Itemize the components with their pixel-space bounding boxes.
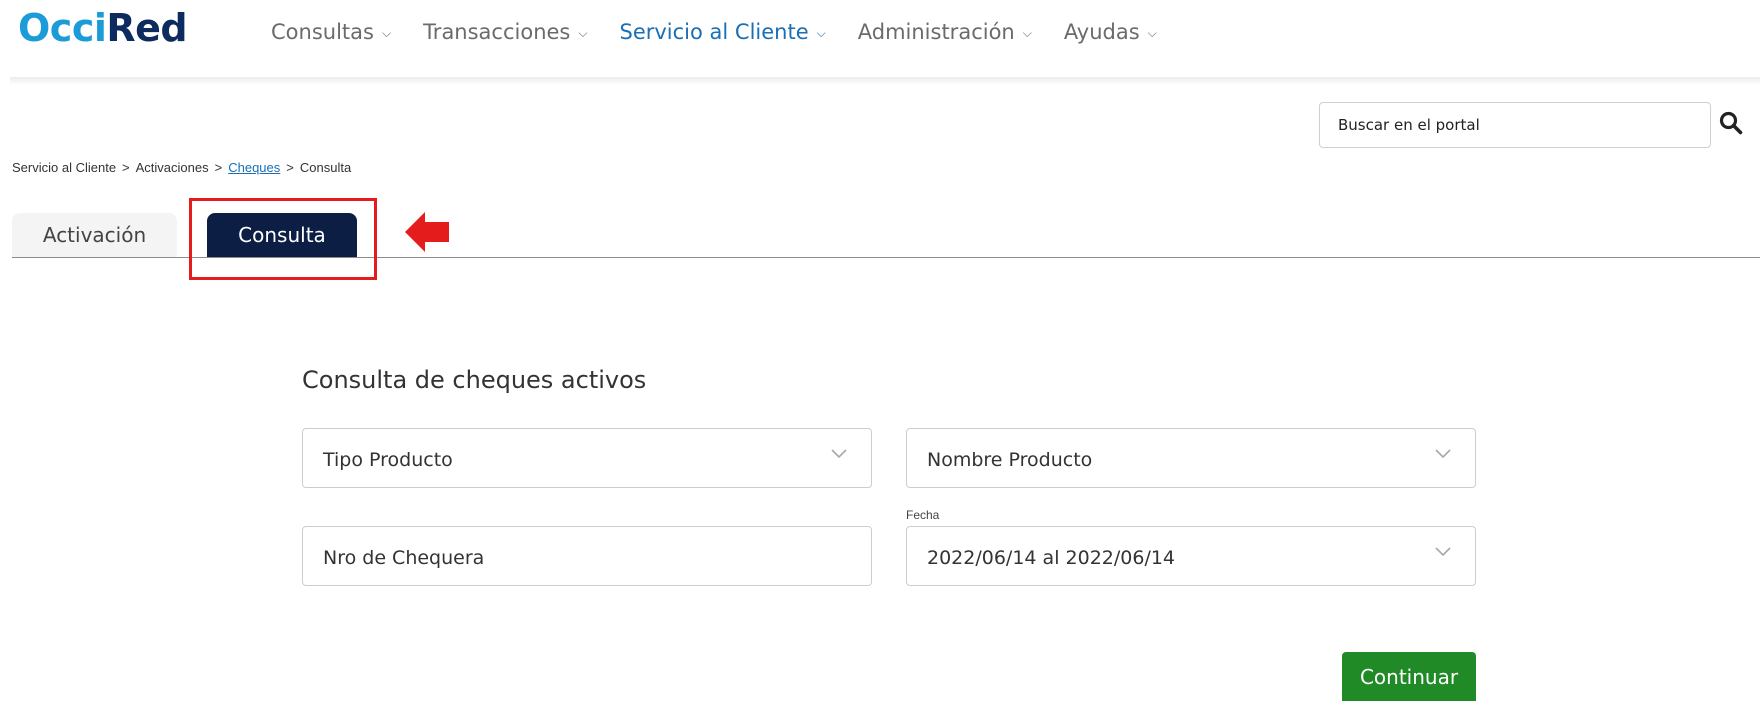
page: OcciRed Consultas ⌵ Transacciones ⌵ Serv… bbox=[0, 0, 1760, 701]
highlight-annotation-box bbox=[189, 198, 377, 280]
menu-ayudas-label: Ayudas bbox=[1063, 20, 1140, 44]
form-title: Consulta de cheques activos bbox=[302, 366, 647, 394]
nombre-producto-value: Nombre Producto bbox=[927, 449, 1093, 471]
left-arrow-icon bbox=[405, 212, 449, 252]
continuar-button[interactable]: Continuar bbox=[1342, 652, 1476, 701]
fecha-value: 2022/06/14 al 2022/06/14 bbox=[927, 547, 1176, 569]
main-menu: Consultas ⌵ Transacciones ⌵ Servicio al … bbox=[271, 20, 1189, 44]
breadcrumb-servicio-al-cliente: Servicio al Cliente bbox=[12, 160, 117, 175]
nombre-producto-select[interactable]: Nombre Producto bbox=[906, 428, 1476, 488]
breadcrumb-consulta: Consulta bbox=[299, 160, 352, 175]
logo-occi: Occi bbox=[18, 6, 107, 50]
menu-servicio-al-cliente[interactable]: Servicio al Cliente ⌵ bbox=[619, 20, 825, 44]
menu-ayudas[interactable]: Ayudas ⌵ bbox=[1064, 20, 1157, 44]
menu-administracion[interactable]: Administración ⌵ bbox=[858, 20, 1032, 44]
header-divider bbox=[10, 77, 1760, 85]
chevron-down-icon: ⌵ bbox=[578, 25, 588, 40]
menu-consultas-label: Consultas bbox=[271, 20, 374, 44]
search-input[interactable]: Buscar en el portal bbox=[1319, 102, 1711, 148]
tipo-producto-value: Tipo Producto bbox=[323, 449, 453, 471]
logo-red: Red bbox=[106, 6, 188, 50]
menu-transacciones[interactable]: Transacciones ⌵ bbox=[423, 20, 587, 44]
tab-activacion[interactable]: Activación bbox=[12, 213, 177, 257]
breadcrumb-separator: > bbox=[286, 160, 294, 175]
occired-logo[interactable]: OcciRed bbox=[18, 2, 188, 54]
chevron-down-icon bbox=[1435, 547, 1451, 557]
chevron-down-icon: ⌵ bbox=[381, 25, 392, 40]
menu-transacciones-label: Transacciones bbox=[423, 20, 571, 44]
tipo-producto-select[interactable]: Tipo Producto bbox=[302, 428, 872, 488]
chevron-down-icon: ⌵ bbox=[1147, 25, 1157, 40]
fecha-label: Fecha bbox=[906, 508, 940, 522]
nro-chequera-input[interactable]: Nro de Chequera bbox=[302, 526, 872, 586]
menu-consultas[interactable]: Consultas ⌵ bbox=[271, 20, 391, 44]
chevron-down-icon bbox=[831, 449, 847, 459]
chevron-down-icon: ⌵ bbox=[816, 25, 826, 40]
breadcrumb-separator: > bbox=[214, 160, 223, 175]
menu-administracion-label: Administración bbox=[857, 20, 1015, 44]
search-icon[interactable] bbox=[1718, 110, 1744, 136]
top-navigation: OcciRed Consultas ⌵ Transacciones ⌵ Serv… bbox=[0, 0, 1760, 70]
chevron-down-icon: ⌵ bbox=[1022, 25, 1032, 40]
breadcrumb: Servicio al Cliente > Activaciones > Che… bbox=[12, 160, 351, 175]
breadcrumb-activaciones: Activaciones bbox=[135, 160, 209, 175]
fecha-range-select[interactable]: 2022/06/14 al 2022/06/14 bbox=[906, 526, 1476, 586]
nro-chequera-placeholder: Nro de Chequera bbox=[323, 547, 485, 569]
breadcrumb-cheques-link[interactable]: Cheques bbox=[228, 160, 280, 175]
breadcrumb-separator: > bbox=[122, 160, 130, 175]
chevron-down-icon bbox=[1435, 449, 1451, 459]
menu-servicio-al-cliente-label: Servicio al Cliente bbox=[619, 20, 809, 44]
